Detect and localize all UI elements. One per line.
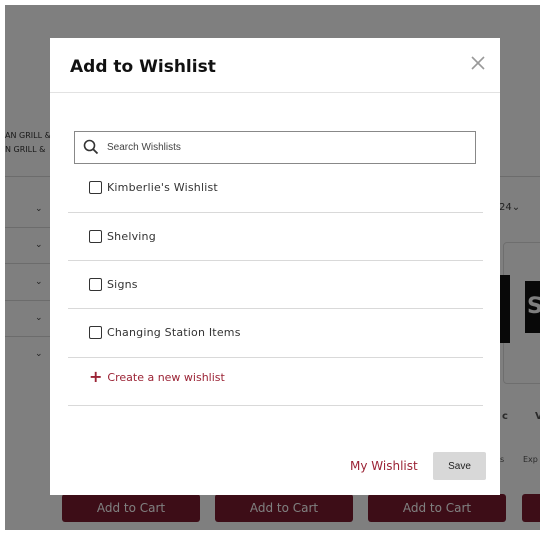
close-button[interactable] [468, 53, 488, 73]
list-divider [68, 405, 483, 406]
my-wishlist-link[interactable]: My Wishlist [350, 459, 418, 473]
page-frame: AN GRILL & N GRILL & ⌄ ⌄ ⌄ ⌄ ⌄ 24⌄ S c V… [5, 5, 540, 530]
list-divider [68, 308, 483, 309]
header-divider [50, 92, 500, 93]
search-input[interactable] [107, 132, 467, 163]
wishlist-checkbox[interactable] [89, 325, 102, 339]
create-wishlist-link[interactable]: + Create a new wishlist [89, 367, 225, 386]
wishlist-item[interactable]: Changing Station Items [89, 324, 241, 340]
wishlist-checkbox[interactable] [89, 180, 102, 194]
list-divider [68, 357, 483, 358]
wishlist-modal: Add to Wishlist Kimberlie's Wishlist She… [50, 38, 500, 495]
wishlist-label: Kimberlie's Wishlist [107, 180, 218, 194]
create-wishlist-label: Create a new wishlist [107, 370, 225, 384]
search-icon [83, 139, 99, 155]
wishlist-item[interactable]: Signs [89, 276, 138, 292]
save-button[interactable]: Save [433, 452, 486, 480]
wishlist-label: Shelving [107, 229, 156, 243]
list-divider [68, 260, 483, 261]
wishlist-item[interactable]: Shelving [89, 228, 156, 244]
wishlist-label: Signs [107, 277, 138, 291]
plus-icon: + [89, 367, 103, 386]
search-box [74, 131, 476, 164]
wishlist-checkbox[interactable] [89, 277, 102, 291]
wishlist-item[interactable]: Kimberlie's Wishlist [89, 179, 218, 195]
modal-title: Add to Wishlist [70, 57, 216, 77]
wishlist-label: Changing Station Items [107, 325, 241, 339]
list-divider [68, 212, 483, 213]
wishlist-checkbox[interactable] [89, 229, 102, 243]
close-icon [471, 56, 485, 70]
